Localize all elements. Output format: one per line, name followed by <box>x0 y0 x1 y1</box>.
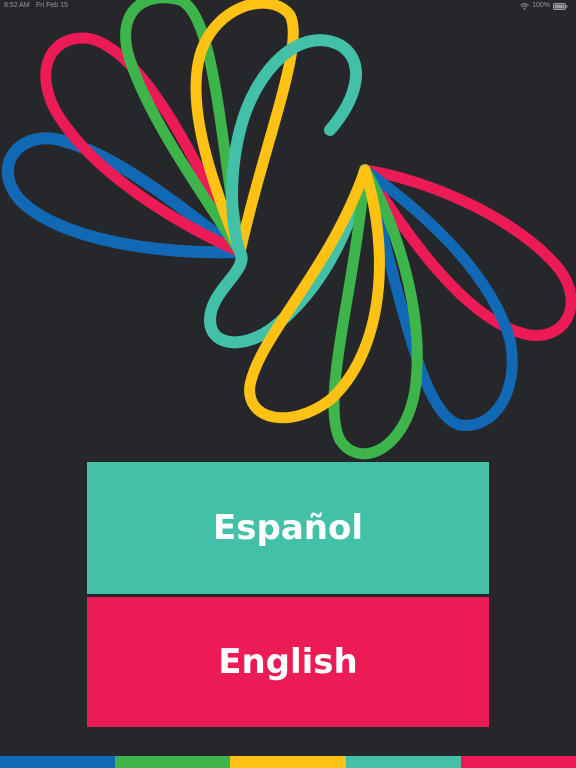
english-button[interactable]: English <box>87 597 489 727</box>
spanish-button[interactable]: Español <box>87 462 489 594</box>
stripe-blue <box>0 756 116 768</box>
stripe-yellow <box>230 756 346 768</box>
color-stripe-bar <box>0 756 576 768</box>
flower-swirl-logo-icon <box>1 0 576 460</box>
stripe-green <box>115 756 231 768</box>
stripe-red <box>460 756 576 768</box>
stripe-teal <box>345 756 461 768</box>
